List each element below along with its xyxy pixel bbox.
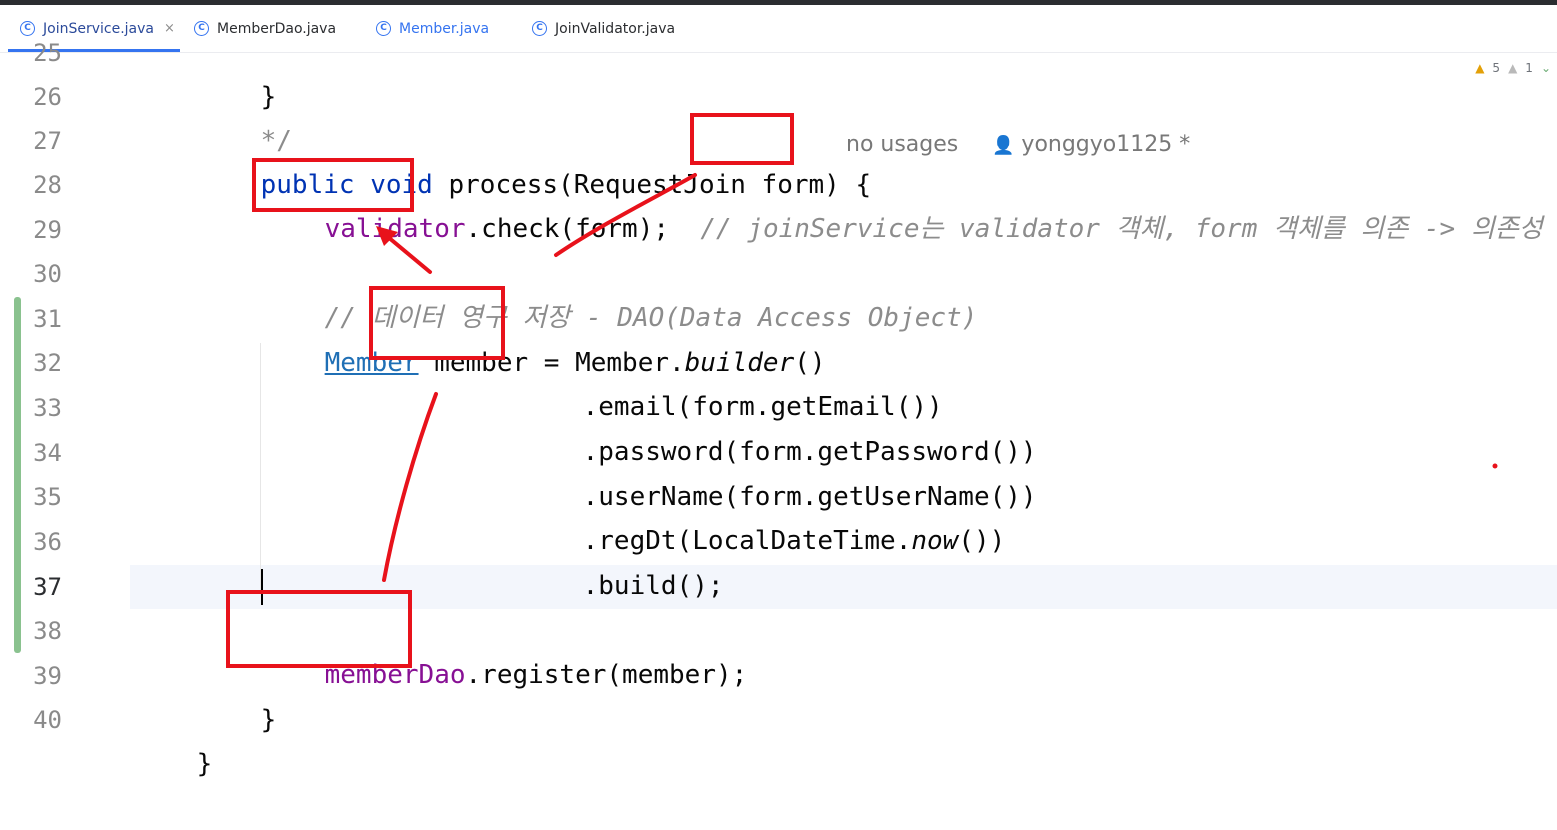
line-number: 38 — [33, 617, 62, 645]
code-line-40[interactable]: } — [134, 698, 213, 779]
author-name: yonggyo1125 * — [1021, 132, 1191, 157]
java-class-icon: C — [376, 21, 391, 36]
code-line-33[interactable]: .password(form.getPassword()) — [520, 386, 1037, 467]
inlay-hint-author[interactable]: 👤 yonggyo1125 * — [992, 123, 1190, 167]
method-call-check: .check(form); — [465, 214, 670, 244]
line-number: 28 — [33, 171, 62, 199]
line-number: 29 — [33, 216, 62, 244]
builder-build: .build(); — [582, 571, 724, 601]
annotation-box-validator — [252, 158, 414, 212]
line-number-current: 37 — [33, 573, 62, 601]
code-line-28[interactable]: validator.check(form); // joinService는 v… — [262, 163, 1543, 244]
line-number: 39 — [33, 662, 62, 690]
inlay-hint-usages[interactable]: no usages — [846, 123, 958, 167]
closing-brace: } — [260, 705, 277, 735]
code-line-32[interactable]: .email(form.getEmail()) — [520, 341, 943, 422]
annotation-box-member — [369, 286, 505, 360]
line-number: 34 — [33, 439, 62, 467]
code-line-26[interactable]: */ — [198, 75, 292, 156]
inspection-widget[interactable]: ▲ 5 ▲ 1 ⌄ — [1475, 61, 1551, 75]
code-line-25[interactable]: } — [198, 31, 277, 112]
code-line-31[interactable]: Member member = Member.builder() — [262, 297, 826, 378]
tab-joinvalidator-java[interactable]: C JoinValidator.java — [532, 5, 675, 52]
tab-member-java[interactable]: C Member.java — [376, 5, 489, 52]
chevron-down-icon[interactable]: ⌄ — [1541, 61, 1551, 75]
field-validator: validator — [324, 214, 466, 244]
line-number: 32 — [33, 349, 62, 377]
line-number: 25 — [33, 39, 62, 67]
line-number: 31 — [33, 305, 62, 333]
line-number: 27 — [33, 127, 62, 155]
line-number: 40 — [33, 706, 62, 734]
closing-brace: } — [196, 749, 213, 779]
annotation-box-form — [690, 113, 794, 165]
tab-label: JoinValidator.java — [555, 20, 676, 37]
weak-warning-icon: ▲ — [1508, 61, 1518, 75]
user-icon: 👤 — [992, 135, 1015, 156]
line-number: 30 — [33, 260, 62, 288]
line-number: 35 — [33, 483, 62, 511]
annotation-box-memberdao — [226, 590, 412, 668]
close-icon[interactable]: × — [164, 21, 175, 36]
line-number: 26 — [33, 83, 62, 111]
now-call: now — [911, 526, 959, 556]
tab-label: Member.java — [399, 20, 490, 37]
weak-warning-count: 1 — [1525, 61, 1533, 75]
method-call-register: .register(member); — [465, 660, 748, 690]
line-number: 33 — [33, 394, 62, 422]
indent-guide — [260, 343, 261, 593]
code-line-34[interactable]: .userName(form.getUserName()) — [520, 431, 1037, 512]
java-class-icon: C — [532, 21, 547, 36]
code-line-35[interactable]: .regDt(LocalDateTime.now()) — [520, 475, 1006, 556]
code-line-36[interactable]: .build(); — [520, 520, 724, 601]
warning-icon: ▲ — [1475, 61, 1485, 75]
inline-comment: // joinService는 validator 객체, form 객체를 의… — [700, 214, 1543, 244]
warning-count: 5 — [1492, 61, 1501, 75]
line-number: 36 — [33, 528, 62, 556]
parens: ()) — [958, 526, 1006, 556]
